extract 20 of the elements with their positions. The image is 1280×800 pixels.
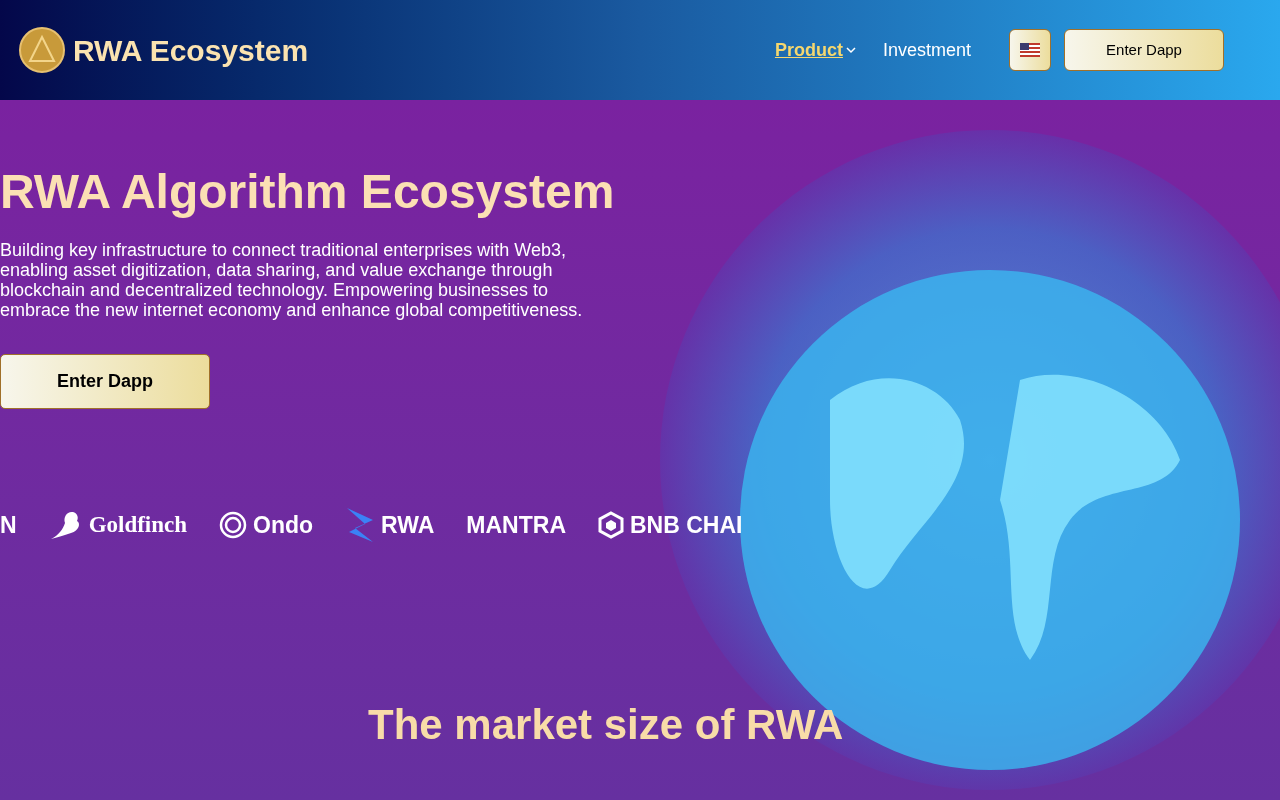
enter-dapp-button[interactable]: Enter Dapp <box>1064 29 1224 71</box>
hero-enter-dapp-button[interactable]: Enter Dapp <box>0 354 210 409</box>
hero-description: Building key infrastructure to connect traditional enterprises with Web3, enabling asset digitization, data sharing, and value exchange through blockchain and decentralized technology. Empowering businesses to embrace the new internet economy and enhance global competitiveness. <box>0 240 584 320</box>
section-title: The market size of RWA <box>368 704 844 746</box>
partner-logo-text: RWA <box>381 510 435 540</box>
partner-logo-text: MANTRA <box>466 510 566 540</box>
partner-logo-text: Ondo <box>253 510 314 540</box>
partner-logo-text: Goldfinch <box>88 510 188 539</box>
brand-name: RWA Ecosystem <box>73 32 309 69</box>
hero-title: RWA Algorithm Ecosystem <box>0 168 615 216</box>
partner-logo-text: N <box>0 510 17 540</box>
cube-icon <box>598 511 624 539</box>
language-button[interactable] <box>1009 29 1051 71</box>
chevron-down-icon <box>844 44 857 56</box>
nav-link[interactable]: Product <box>774 36 857 64</box>
nav-link[interactable]: Investment <box>882 36 971 64</box>
coin-logo-icon <box>19 27 65 73</box>
partner-logo-text: BNB CHAI <box>630 510 743 540</box>
us-flag-icon <box>1020 43 1040 57</box>
ring-icon <box>219 511 248 539</box>
